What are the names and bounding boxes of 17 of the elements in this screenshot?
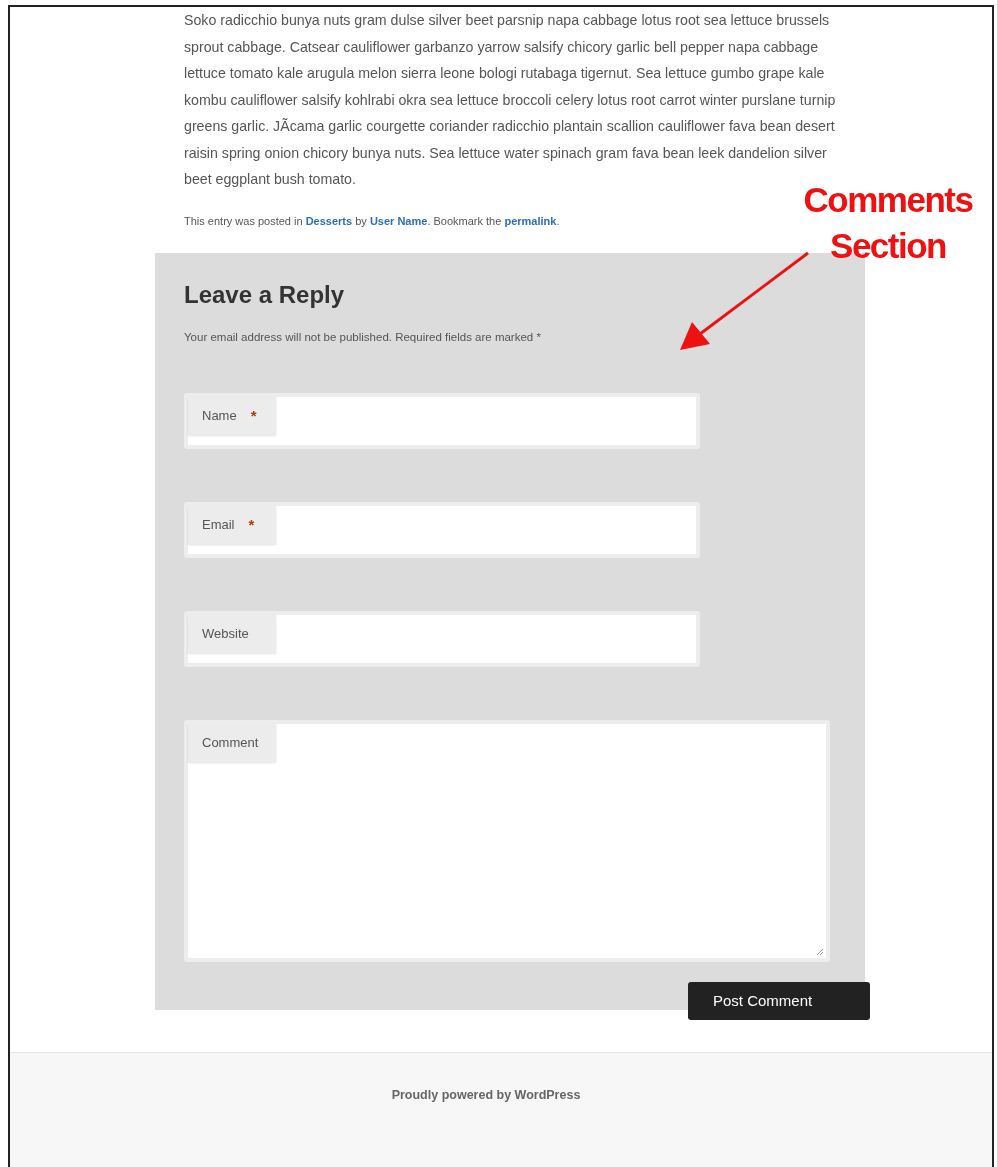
reply-title: Leave a Reply [184, 280, 346, 309]
meta-link[interactable]: Desserts [305, 214, 353, 227]
required-mark: * [248, 516, 255, 533]
label-text: Website [202, 626, 249, 641]
label-text: Comment [202, 735, 259, 750]
label-text: Email [202, 517, 235, 532]
input-field[interactable]: Name * [184, 392, 700, 449]
label-text: Name [202, 408, 237, 423]
post-comment-button[interactable]: Post Comment [688, 981, 870, 1020]
resize-grip-icon[interactable] [816, 947, 824, 956]
reply-note: Your email address will not be published. Required fields are marked * [184, 330, 542, 343]
entry-meta: This entry was posted in Desserts by User Name. Bookmark the permalink. [184, 214, 561, 227]
footer-text: Proudly powered by WordPress [391, 1087, 581, 1104]
input-field[interactable]: Email * [184, 501, 700, 558]
input-field[interactable]: Website [184, 610, 700, 667]
required-mark: * [250, 407, 257, 424]
comment-field[interactable]: Comment [184, 719, 830, 962]
